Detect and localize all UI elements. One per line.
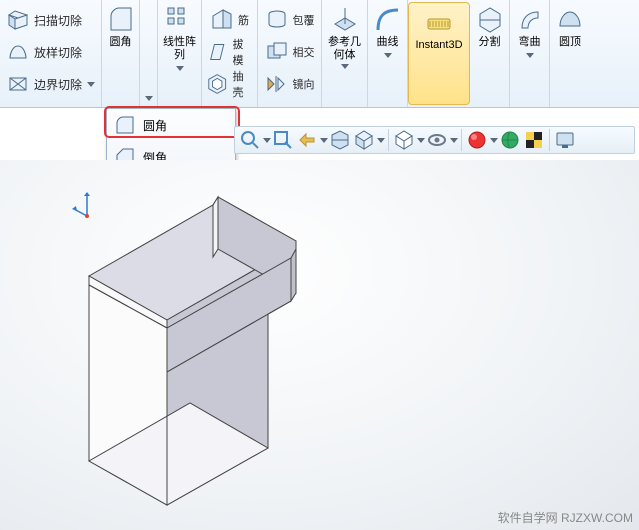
dome-button[interactable]: 圆顶	[550, 0, 590, 107]
chevron-down-icon	[145, 96, 153, 101]
scene-icon[interactable]	[499, 129, 521, 151]
origin-marker	[70, 186, 104, 220]
prev-view-icon[interactable]	[296, 129, 318, 151]
menu-item-label: 圆角	[143, 117, 167, 134]
watermark: 软件自学网 RJZXW.COM	[498, 509, 633, 526]
menu-item-fillet[interactable]: 圆角	[107, 109, 235, 141]
shell-button[interactable]: 抽壳	[202, 68, 257, 100]
fillet-dropdown[interactable]	[140, 0, 158, 107]
loft-cut-icon	[6, 40, 30, 64]
instant3d-icon	[425, 9, 453, 37]
curve-button[interactable]: 曲线	[368, 0, 408, 107]
intersect-icon	[265, 40, 289, 64]
fillet-icon	[115, 115, 135, 135]
chevron-down-icon	[176, 66, 184, 71]
render-icon[interactable]	[523, 129, 545, 151]
sweep-cut[interactable]: 扫描切除	[0, 4, 101, 36]
appearance-dropdown[interactable]	[490, 129, 497, 151]
intersect-button[interactable]: 相交	[261, 36, 319, 68]
wrap-icon	[265, 8, 289, 32]
curve-icon	[374, 6, 402, 34]
ref-geometry-button[interactable]: 参考几 何体	[322, 0, 368, 107]
orientation-dropdown[interactable]	[377, 129, 384, 151]
chevron-down-icon	[87, 82, 95, 87]
chevron-down-icon	[320, 138, 328, 143]
prev-view-dropdown[interactable]	[320, 129, 327, 151]
chevron-down-icon	[263, 138, 271, 143]
mirror-button[interactable]: 镜向	[261, 68, 319, 100]
separator	[549, 129, 550, 151]
col-cut-features: 扫描切除 放样切除 边界切除	[0, 0, 102, 107]
section-view-icon[interactable]	[329, 129, 351, 151]
display-style-icon[interactable]	[393, 129, 415, 151]
fillet-button[interactable]: 圆角	[102, 0, 140, 107]
instant3d-label: Instant3D	[413, 39, 464, 56]
hide-dropdown[interactable]	[450, 129, 457, 151]
shell-label: 抽壳	[232, 68, 253, 100]
loft-cut[interactable]: 放样切除	[0, 36, 101, 68]
separator	[461, 129, 462, 151]
rib-icon	[210, 8, 234, 32]
mirror-icon	[265, 72, 289, 96]
zoom-dropdown[interactable]	[263, 129, 270, 151]
draft-label: 拔模	[232, 36, 253, 68]
wrap-button[interactable]: 包覆	[261, 4, 319, 36]
ref-geometry-icon	[331, 6, 359, 34]
fillet-label: 圆角	[108, 36, 134, 49]
ref-geometry-label: 参考几 何体	[326, 36, 363, 62]
draft-icon	[206, 40, 228, 64]
chevron-down-icon	[526, 53, 534, 58]
linear-pattern-button[interactable]: 线性阵 列	[158, 0, 202, 107]
chevron-down-icon	[490, 138, 498, 143]
watermark-text: 软件自学网 RJZXW.COM	[498, 511, 633, 525]
bend-label: 弯曲	[517, 36, 543, 49]
chevron-down-icon	[341, 64, 349, 69]
chevron-down-icon	[417, 138, 425, 143]
chevron-down-icon	[384, 53, 392, 58]
zoom-area-icon[interactable]	[272, 129, 294, 151]
loft-cut-label: 放样切除	[34, 44, 95, 61]
col-mid1: 筋 拔模 抽壳	[202, 0, 258, 107]
curve-label: 曲线	[375, 36, 401, 49]
mirror-label: 镜向	[293, 76, 315, 92]
zoom-fit-icon[interactable]	[239, 129, 261, 151]
bend-icon	[516, 6, 544, 34]
instant3d-button[interactable]: Instant3D	[408, 2, 470, 105]
intersect-label: 相交	[293, 44, 315, 60]
chevron-down-icon	[377, 138, 385, 143]
boundary-cut-label: 边界切除	[34, 76, 83, 93]
graphics-viewport[interactable]	[0, 160, 639, 530]
rib-label: 筋	[238, 12, 249, 28]
ribbon: 扫描切除 放样切除 边界切除 圆角 线性阵 列 筋 拔模	[0, 0, 639, 108]
shell-icon	[206, 72, 228, 96]
view-orientation-icon[interactable]	[353, 129, 375, 151]
draft-button[interactable]: 拔模	[202, 36, 257, 68]
wrap-label: 包覆	[293, 12, 315, 28]
chevron-down-icon	[450, 138, 458, 143]
bend-button[interactable]: 弯曲	[510, 0, 550, 107]
dome-icon	[556, 6, 584, 34]
rib-button[interactable]: 筋	[206, 4, 253, 36]
separator	[388, 129, 389, 151]
display-dropdown[interactable]	[417, 129, 424, 151]
boundary-cut[interactable]: 边界切除	[0, 68, 101, 100]
sweep-cut-label: 扫描切除	[34, 12, 95, 29]
hide-show-icon[interactable]	[426, 129, 448, 151]
split-button[interactable]: 分割	[470, 0, 510, 107]
appearance-icon[interactable]	[466, 129, 488, 151]
col-mid2: 包覆 相交 镜向	[258, 0, 322, 107]
split-icon	[476, 6, 504, 34]
split-label: 分割	[477, 36, 503, 49]
linear-pattern-label: 线性阵 列	[161, 36, 198, 62]
view-toolbar	[234, 126, 635, 154]
sweep-cut-icon	[6, 8, 30, 32]
viewport-icon[interactable]	[554, 129, 576, 151]
fillet-icon	[107, 6, 135, 34]
boundary-cut-icon	[6, 72, 30, 96]
part-model	[70, 186, 380, 526]
linear-pattern-icon	[166, 6, 194, 34]
dome-label: 圆顶	[557, 36, 583, 49]
